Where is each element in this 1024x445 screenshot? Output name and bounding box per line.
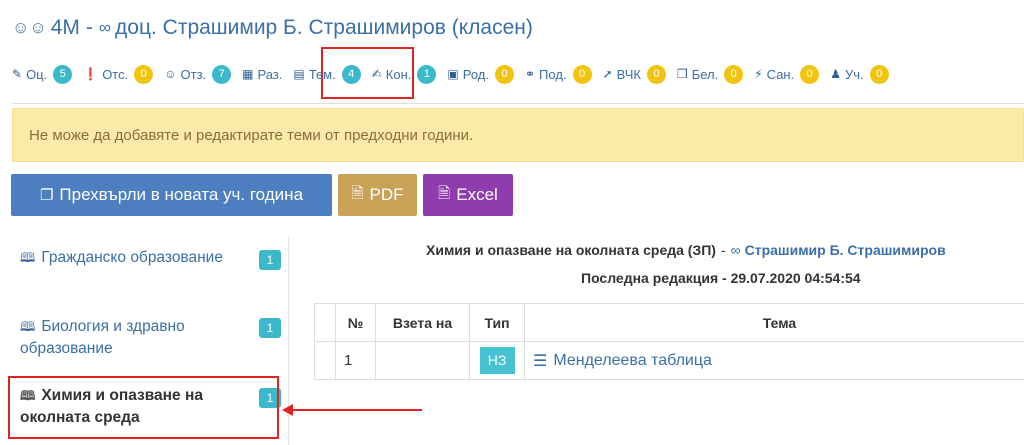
checkbox-column-header [314,303,336,342]
pdf-button-label: PDF [369,185,404,204]
subject-dash: - [720,242,726,258]
annotation-arrow-head [282,404,293,416]
column-header: Тип [469,303,525,342]
subject-teacher-link[interactable]: Страшимир Б. Страшимиров [745,242,946,258]
subject-label: Биология и здравно образование [20,318,185,357]
nav-label: Бел. [691,66,719,82]
subject-label: Гражданско образование [41,249,223,266]
excel-button-label: Excel [456,185,498,204]
column-header: Тема [524,303,1024,342]
count-badge: 1 [417,64,437,84]
nav-item-students[interactable]: ♟ Уч. 0 [830,62,889,86]
count-badge: 0 [869,64,889,84]
bolt-icon: ⚡ [754,67,763,81]
count-badge: 0 [646,64,666,84]
users-icon: ☺ [164,67,177,81]
calendar-icon: ▣ [447,67,459,81]
book-icon: 🕮 [20,319,36,334]
column-header: Взета на [375,303,470,342]
section-nav: ✎ Оц. 5 ❗ Отс. 0 ☺ Отз. 7 ▦ Раз. ▤ Тем. … [12,62,900,86]
table-row: 1 НЗ ☰ Менделеева таблица [314,341,1024,380]
nav-label: Род. [462,66,489,82]
alert-text: Не може да добавяте и редактирате теми о… [29,126,474,144]
nav-label: Сан. [766,66,795,82]
page-title: ☺☺ 4М - ∞ доц. Страшимир Б. Страшимиров … [12,14,533,42]
count-badge: 0 [572,64,592,84]
topics-table: № Взета на Тип Тема 1 НЗ ☰ Менделеева та… [314,303,1024,380]
copy-icon: ❐ [39,187,54,204]
pdf-file-icon: 🗎 [351,184,364,202]
nav-item-support[interactable]: ⚭ Под. 0 [525,62,592,86]
topics-tab-highlight [321,47,414,99]
row-number: 1 [335,341,376,380]
count-badge: 7 [212,64,232,84]
excel-file-icon: 🗎 [438,184,451,202]
topic-link[interactable]: ☰ Менделеева таблица [533,351,1024,371]
nav-item-notes[interactable]: ❒ Бел. 0 [676,62,744,86]
subject-title: Химия и опазване на околната среда (ЗП) [426,242,716,258]
subject-link[interactable]: 🕮 Гражданско образование [20,247,230,269]
row-spacer-cell [314,341,336,380]
move-button-label: Прехвърли в новата уч. година [59,185,304,204]
nav-label: Отс. [102,66,129,82]
group-icon: ☺☺ [12,18,47,37]
annotation-arrow-line [290,409,422,411]
count-badge: 0 [134,64,154,84]
table-header-row: № Взета на Тип Тема [314,303,1024,342]
taken-on-cell [375,341,470,380]
last-edit: Последна редакция - 29.07.2020 04:54:54 [581,270,861,286]
pdf-button[interactable]: 🗎 PDF [338,174,417,216]
glasses-icon: ∞ [98,18,112,37]
count-badge: 0 [494,64,514,84]
count-badge: 0 [800,64,820,84]
pencil-icon: ✎ [12,67,23,81]
divider [12,103,1024,104]
type-cell: НЗ [469,341,525,380]
nav-label: Под. [539,66,567,82]
nav-item-schedule[interactable]: ▦ Раз. [242,62,282,86]
subject-link[interactable]: 🕮 Биология и здравно образование [20,316,230,360]
thumbs-up-icon: ➚ [602,67,613,81]
book-icon: 🕮 [20,250,36,265]
move-to-new-year-button[interactable]: ❐ Прехвърли в новата уч. година [11,174,332,216]
type-badge: НЗ [479,347,515,374]
column-header: № [335,303,376,342]
subject-count-badge: 1 [259,250,281,270]
topic-cell: ☰ Менделеева таблица [524,341,1024,380]
nav-item-absences[interactable]: ❗ Отс. 0 [83,62,154,86]
list-alt-icon: ▤ [293,67,305,81]
nav-item-feedback[interactable]: ☺ Отз. 7 [164,62,232,86]
nav-label: Отз. [180,66,207,82]
table-icon: ▦ [242,67,254,81]
active-subject-highlight [8,376,279,439]
nav-label: Оц. [26,66,48,82]
count-badge: 5 [53,64,73,84]
subject-heading: Химия и опазване на околната среда (ЗП) … [426,240,946,260]
glasses-icon: ∞ [730,242,741,258]
graduate-icon: ♟ [830,67,841,81]
nav-label: Уч. [845,66,864,82]
alert-icon: ❗ [83,67,99,81]
class-name: 4М [50,16,80,39]
nav-label: ВЧК [616,66,641,82]
topic-label: Менделеева таблица [553,351,712,369]
handshake-icon: ⚭ [524,67,536,81]
excel-button[interactable]: 🗎 Excel [423,174,513,216]
note-icon: ❒ [676,67,688,81]
nav-item-parents[interactable]: ▣ Род. 0 [447,62,514,86]
nav-item-grades[interactable]: ✎ Оц. 5 [12,62,73,86]
subject-count-badge: 1 [259,318,281,338]
nav-label: Раз. [257,66,283,82]
nav-item-vchk[interactable]: ➚ ВЧК 0 [603,62,666,86]
teacher-name: доц. Страшимир Б. Страшимиров (класен) [115,16,533,39]
count-badge: 0 [724,64,744,84]
nav-item-sanctions[interactable]: ⚡ Сан. 0 [754,62,820,86]
title-separator: - [85,16,93,39]
list-ol-icon: ☰ [533,352,548,370]
warning-alert: Не може да добавяте и редактирате теми о… [12,108,1024,162]
